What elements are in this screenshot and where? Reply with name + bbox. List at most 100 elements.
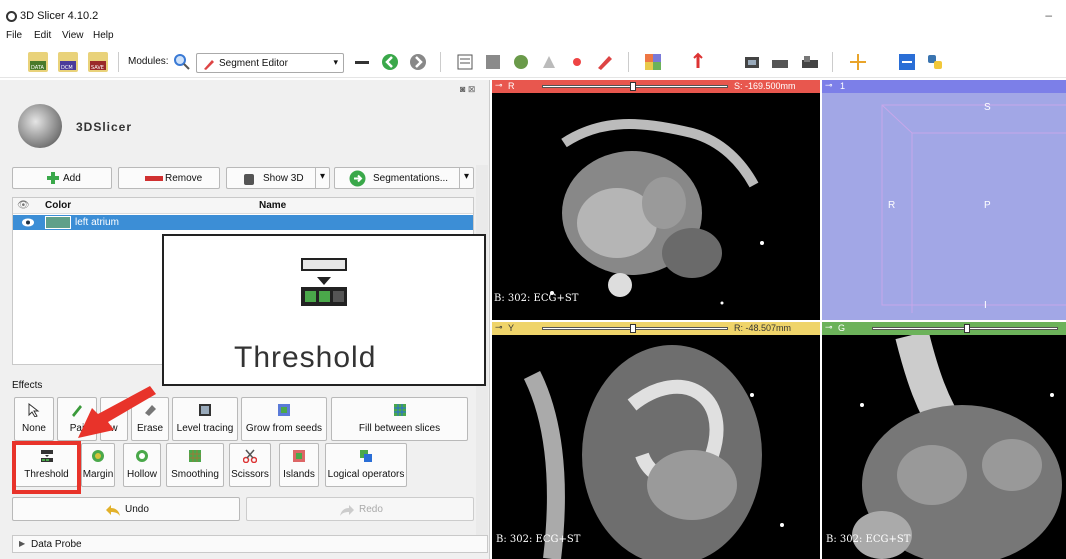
yellow-slice-controller[interactable]: ⊸ Y R: -48.507mm bbox=[492, 322, 820, 335]
toolbar-separator bbox=[628, 52, 629, 72]
svg-text:DATA: DATA bbox=[31, 65, 44, 71]
red-slider-thumb[interactable] bbox=[630, 82, 636, 91]
module-list-icon[interactable] bbox=[352, 52, 372, 72]
effect-none-button[interactable]: None bbox=[14, 397, 54, 441]
threshold-zoom-callout: Threshold bbox=[162, 234, 486, 386]
logical-operators-icon bbox=[360, 450, 372, 462]
green-slider-thumb[interactable] bbox=[964, 324, 970, 333]
margin-icon bbox=[92, 450, 104, 462]
panel-controls[interactable]: ◙ ⊠ bbox=[460, 84, 475, 95]
chevron-down-icon[interactable]: ▾ bbox=[459, 168, 473, 188]
show-3d-label: Show 3D bbox=[263, 173, 304, 184]
effect-islands-button[interactable]: Islands bbox=[279, 443, 319, 487]
show-3d-button[interactable]: Show 3D ▾ bbox=[226, 167, 330, 189]
3d-label-i: I bbox=[984, 300, 987, 311]
cube-icon bbox=[244, 174, 254, 185]
column-header-name: Name bbox=[259, 200, 287, 211]
yellow-slider-thumb[interactable] bbox=[630, 324, 636, 333]
back-icon[interactable] bbox=[380, 52, 400, 72]
chevron-down-icon[interactable]: ▾ bbox=[315, 168, 329, 188]
ct-axial-image bbox=[550, 119, 764, 305]
smoothing-icon bbox=[189, 450, 201, 462]
segment-color-swatch[interactable] bbox=[45, 216, 71, 229]
effect-logical-operators-button[interactable]: Logical operators bbox=[325, 443, 407, 487]
green-view-letter: G bbox=[838, 323, 846, 333]
data-probe-label: Data Probe bbox=[31, 539, 82, 550]
sequence-icon[interactable] bbox=[800, 52, 820, 72]
segmentations-button[interactable]: Segmentations... ▾ bbox=[334, 167, 474, 189]
extension-manager-icon[interactable] bbox=[897, 52, 917, 72]
effect-fill-between-slices-button[interactable]: Fill between slices bbox=[331, 397, 468, 441]
effect-grow-from-seeds-button[interactable]: Grow from seeds bbox=[241, 397, 327, 441]
3d-label-p: P bbox=[984, 200, 991, 211]
markups-module-icon[interactable] bbox=[567, 52, 587, 72]
redo-label: Redo bbox=[359, 504, 383, 515]
crosshair-icon[interactable] bbox=[848, 52, 868, 72]
minus-icon bbox=[145, 176, 163, 181]
pin-icon[interactable]: ⊸ bbox=[495, 80, 503, 91]
visibility-header-icon[interactable]: 👁 bbox=[17, 200, 30, 211]
screenshot-icon[interactable] bbox=[742, 52, 762, 72]
toolbar-separator bbox=[440, 52, 441, 72]
redo-button[interactable]: Redo bbox=[246, 497, 474, 521]
effect-scissors-button[interactable]: Scissors bbox=[229, 443, 271, 487]
add-segment-button[interactable]: Add bbox=[12, 167, 112, 189]
data-probe-collapsible[interactable]: ▶ Data Probe bbox=[12, 535, 488, 553]
threshold-icon bbox=[301, 258, 347, 306]
column-header-color: Color bbox=[45, 200, 72, 211]
3d-bounding-box bbox=[881, 104, 1066, 313]
red-arrow-annotation bbox=[78, 386, 156, 438]
mouse-mode-icon[interactable] bbox=[688, 52, 708, 72]
segment-editor-icon bbox=[204, 60, 214, 70]
pin-icon[interactable]: ⊸ bbox=[825, 322, 833, 333]
table-row[interactable]: left atrium bbox=[13, 215, 473, 230]
data-module-icon[interactable] bbox=[455, 52, 475, 72]
red-slice-view[interactable]: ⊸ R S: -169.500mm B: 302: ECG+ST bbox=[492, 80, 820, 320]
effect-level-tracing-button[interactable]: Level tracing bbox=[172, 397, 238, 441]
layout-icon[interactable] bbox=[643, 52, 663, 72]
crosshair-view-icon[interactable] bbox=[770, 52, 790, 72]
models-module-icon[interactable] bbox=[511, 52, 531, 72]
load-data-icon[interactable]: DATA bbox=[28, 52, 48, 72]
yellow-slice-view[interactable]: ⊸ Y R: -48.507mm B: 302: ECG+ST bbox=[492, 322, 820, 559]
segment-editor-module-icon[interactable] bbox=[595, 52, 615, 72]
minimize-button[interactable]: – bbox=[1045, 8, 1052, 22]
module-search-icon[interactable] bbox=[172, 52, 192, 72]
expand-arrow-icon[interactable]: ▶ bbox=[19, 539, 25, 548]
segment-name[interactable]: left atrium bbox=[75, 217, 119, 228]
grow-seeds-icon bbox=[278, 404, 290, 416]
transforms-module-icon[interactable] bbox=[539, 52, 559, 72]
module-selector[interactable]: Segment Editor ▾ bbox=[196, 53, 344, 73]
red-slice-controller[interactable]: ⊸ R S: -169.500mm bbox=[492, 80, 820, 93]
effect-smoothing-label: Smoothing bbox=[171, 469, 219, 480]
green-slice-view[interactable]: ⊸ G B: 302: ECG+ST bbox=[822, 322, 1066, 559]
menu-edit[interactable]: Edit bbox=[34, 30, 51, 41]
green-slice-controller[interactable]: ⊸ G bbox=[822, 322, 1066, 335]
remove-segment-button[interactable]: Remove bbox=[118, 167, 220, 189]
effect-grow-from-seeds-label: Grow from seeds bbox=[245, 423, 323, 434]
load-dicom-icon[interactable]: DCM bbox=[58, 52, 78, 72]
pin-icon[interactable]: ⊸ bbox=[825, 80, 833, 91]
menu-view[interactable]: View bbox=[62, 30, 84, 41]
forward-icon[interactable] bbox=[408, 52, 428, 72]
scissors-icon bbox=[243, 449, 257, 463]
fill-between-slices-icon bbox=[393, 404, 406, 416]
3d-view[interactable]: ⊸ 1 S R P I bbox=[822, 80, 1066, 320]
main-toolbar: DATA DCM SAVE Modules: Segment Editor ▾ bbox=[0, 46, 1066, 78]
ct-sagittal-image bbox=[523, 345, 784, 559]
save-icon[interactable]: SAVE bbox=[88, 52, 108, 72]
level-tracing-icon bbox=[199, 404, 211, 416]
undo-button[interactable]: Undo bbox=[12, 497, 240, 521]
eye-icon[interactable] bbox=[22, 218, 34, 227]
menu-help[interactable]: Help bbox=[93, 30, 114, 41]
3d-view-controller[interactable]: ⊸ 1 bbox=[822, 80, 1066, 93]
pointer-icon bbox=[28, 403, 40, 417]
pin-icon[interactable]: ⊸ bbox=[495, 322, 503, 333]
3d-view-letter: 1 bbox=[840, 81, 846, 91]
chevron-down-icon: ▾ bbox=[333, 57, 338, 67]
menu-file[interactable]: File bbox=[6, 30, 22, 41]
effect-smoothing-button[interactable]: Smoothing bbox=[166, 443, 224, 487]
volumes-module-icon[interactable] bbox=[483, 52, 503, 72]
green-volume-label: B: 302: ECG+ST bbox=[826, 534, 911, 545]
python-console-icon[interactable] bbox=[925, 52, 945, 72]
